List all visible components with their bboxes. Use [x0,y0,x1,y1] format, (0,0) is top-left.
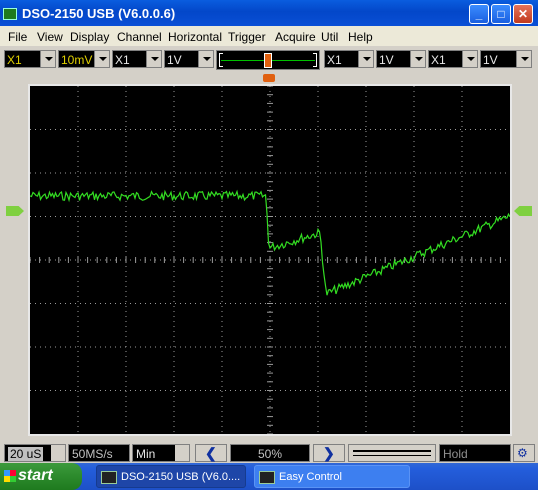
ch1-trace [29,189,511,296]
run-state-display[interactable]: Hold [439,444,511,462]
ch1-volts-select[interactable]: 10mV [58,50,110,68]
scroll-right-icon: ❯ [323,445,335,461]
menu-channel[interactable]: Channel [117,30,162,44]
ext1-volts-select[interactable]: 1V [376,50,426,68]
menu-bar: File View Display Channel Horizontal Tri… [0,26,538,46]
oscilloscope-screen[interactable] [28,84,512,436]
slider-track [353,455,431,456]
slider-bracket-right [313,53,317,67]
task-easy-control[interactable]: Easy Control [254,465,410,488]
minimize-icon: _ [475,7,483,21]
menu-file[interactable]: File [8,30,27,44]
task-dso-app[interactable]: DSO-2150 USB (V6.0.... [96,465,246,488]
ch2-volts-select[interactable]: 1V [164,50,214,68]
scope-app-icon [3,8,17,20]
ch1-probe-select[interactable]: X1 [4,50,56,68]
minimize-button[interactable]: _ [469,4,489,24]
chevron-down-icon[interactable] [410,51,425,67]
menu-view[interactable]: View [37,30,63,44]
close-icon: ✕ [517,7,529,21]
ch2-probe-select[interactable]: X1 [112,50,162,68]
ext2-probe-select[interactable]: X1 [428,50,478,68]
scroll-left-icon: ❮ [205,445,217,461]
auto-setup-button[interactable]: ⚙ [513,444,535,462]
waveform-display [29,85,511,435]
offset-slider[interactable] [348,444,436,462]
status-bar: 20 uS 50MS/s Min ❮ 50% ❯ Hold ⚙ [0,441,538,463]
menu-trigger[interactable]: Trigger [228,30,266,44]
windows-taskbar: start DSO-2150 USB (V6.0.... Easy Contro… [0,463,538,490]
start-button[interactable]: start [0,463,82,490]
close-button[interactable]: ✕ [513,4,533,24]
horizontal-position-display: 50% [230,444,310,462]
timebase-select[interactable]: 20 uS [4,444,66,462]
auto-setup-icon: ⚙ [517,446,528,460]
chevron-down-icon[interactable] [94,51,109,67]
slider-track [353,450,431,452]
menu-help[interactable]: Help [348,30,373,44]
scope-app-icon [101,471,117,484]
chevron-down-icon[interactable] [175,445,189,461]
ext1-probe-select[interactable]: X1 [324,50,374,68]
chevron-down-icon[interactable] [146,51,161,67]
title-bar: DSO-2150 USB (V6.0.0.6) _ □ ✕ [0,0,538,26]
trigger-marker-icon[interactable] [263,74,275,82]
windows-flag-icon [4,470,16,482]
slider-bracket-left [219,53,223,67]
menu-util[interactable]: Util [321,30,338,44]
chevron-down-icon[interactable] [51,445,65,461]
maximize-button[interactable]: □ [491,4,511,24]
menu-acquire[interactable]: Acquire [275,30,316,44]
acquire-mode-select[interactable]: Min [132,444,190,462]
scroll-right-button[interactable]: ❯ [313,444,345,462]
chevron-down-icon[interactable] [358,51,373,67]
menu-display[interactable]: Display [70,30,109,44]
sample-rate-display: 50MS/s [68,444,130,462]
chevron-down-icon[interactable] [198,51,213,67]
slider-knob[interactable] [264,53,272,68]
maximize-icon: □ [497,7,505,21]
menu-horizontal[interactable]: Horizontal [168,30,222,44]
ext2-volts-select[interactable]: 1V [480,50,532,68]
scroll-left-button[interactable]: ❮ [195,444,227,462]
chevron-down-icon[interactable] [462,51,477,67]
window-title: DSO-2150 USB (V6.0.0.6) [22,6,176,21]
trigger-position-slider[interactable] [216,50,320,70]
chevron-down-icon[interactable] [40,51,55,67]
chevron-down-icon[interactable] [516,51,531,67]
control-app-icon [259,471,275,484]
